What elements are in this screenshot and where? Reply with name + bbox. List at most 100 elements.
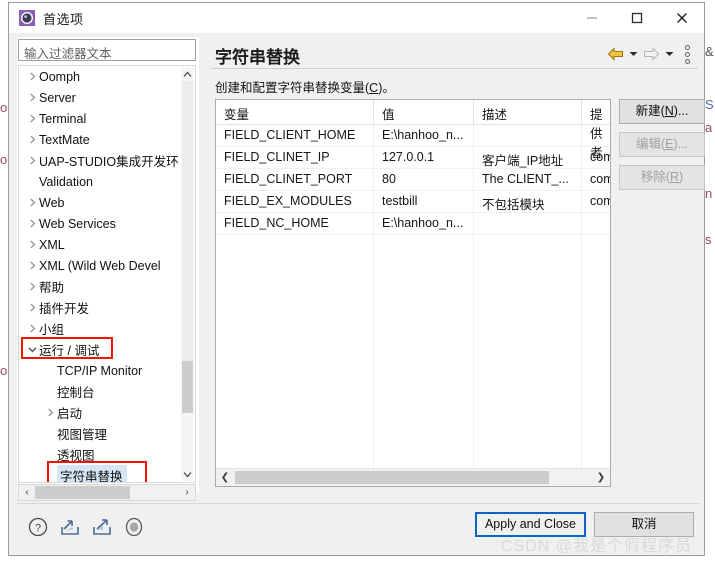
table-hscroll-thumb[interactable] bbox=[235, 471, 549, 484]
table-row[interactable]: FIELD_EX_MODULEStestbill不包括模块 com.y bbox=[216, 191, 610, 213]
sidebar-item-6[interactable]: Web bbox=[19, 192, 181, 213]
sidebar-item-10[interactable]: 帮助 bbox=[19, 276, 181, 297]
maximize-button[interactable] bbox=[614, 3, 659, 33]
sidebar-item-12[interactable]: 小组 bbox=[19, 318, 181, 339]
table-column-header[interactable]: 提供者 bbox=[582, 100, 610, 160]
sidebar-item-label: 透视图 bbox=[57, 449, 95, 463]
sidebar-item-13[interactable]: 运行 / 调试 bbox=[19, 339, 181, 360]
footer-icon-bar: ? bbox=[27, 516, 145, 538]
back-arrow-icon[interactable] bbox=[604, 44, 626, 64]
chevron-right-icon[interactable] bbox=[25, 93, 39, 102]
table-scroll-left-arrow[interactable]: ❮ bbox=[216, 472, 234, 483]
sidebar-item-8[interactable]: XML bbox=[19, 234, 181, 255]
button-label-prefix: 编辑( bbox=[635, 137, 666, 151]
sidebar-item-0[interactable]: Oomph bbox=[19, 66, 181, 87]
tree-scroll-down-arrow[interactable] bbox=[181, 467, 194, 481]
background-text-fragment: n bbox=[705, 186, 713, 201]
table-column-header[interactable]: 变量 bbox=[216, 100, 374, 124]
sidebar-item-label: XML bbox=[39, 237, 65, 252]
restore-defaults-icon[interactable] bbox=[123, 516, 145, 538]
tree-vertical-scrollbar[interactable] bbox=[181, 67, 194, 481]
table-cell-provider: com.y bbox=[590, 150, 610, 164]
sidebar-item-label: Terminal bbox=[39, 111, 87, 126]
table-row[interactable]: FIELD_CLINET_IP127.0.0.1客户端_IP地址 com.y bbox=[216, 147, 610, 169]
chevron-right-icon[interactable] bbox=[25, 198, 39, 207]
help-icon[interactable]: ? bbox=[27, 516, 49, 538]
table-empty-column bbox=[216, 229, 374, 468]
tree-horizontal-scrollbar[interactable]: ‹ › bbox=[18, 484, 196, 501]
sidebar-item-11[interactable]: 插件开发 bbox=[19, 297, 181, 318]
chevron-right-icon[interactable] bbox=[25, 156, 39, 165]
tree-scroll-left-arrow[interactable]: ‹ bbox=[19, 487, 35, 498]
title-bar: 首选项 bbox=[9, 3, 704, 33]
tree-hscroll-thumb[interactable] bbox=[35, 486, 130, 499]
chevron-right-icon[interactable] bbox=[25, 261, 39, 270]
sidebar-item-7[interactable]: Web Services bbox=[19, 213, 181, 234]
table-cell-variable: FIELD_CLINET_PORT bbox=[216, 169, 374, 190]
table-row[interactable]: FIELD_CLIENT_HOME E:\hanhoo_n... bbox=[216, 125, 610, 147]
chevron-right-icon[interactable] bbox=[25, 114, 39, 123]
sidebar-item-label: 帮助 bbox=[39, 281, 65, 295]
table-empty-rows bbox=[216, 229, 610, 468]
chevron-down-icon[interactable] bbox=[25, 346, 39, 353]
variables-table[interactable]: 变量值描述 提供者 FIELD_CLIENT_HOME E:\hanhoo_n...… bbox=[215, 99, 611, 487]
page-title: 字符串替换 bbox=[215, 48, 300, 67]
button-label-prefix: 新建( bbox=[635, 104, 665, 118]
import-icon[interactable] bbox=[59, 516, 81, 538]
sidebar-item-9[interactable]: XML (Wild Web Devel bbox=[19, 255, 181, 276]
forward-history-caret-down-icon[interactable] bbox=[662, 44, 676, 64]
button-label-suffix: )... bbox=[673, 104, 689, 118]
sidebar-item-3[interactable]: TextMate bbox=[19, 129, 181, 150]
back-history-caret-down-icon[interactable] bbox=[626, 44, 640, 64]
chevron-right-icon[interactable] bbox=[25, 303, 39, 312]
sidebar-item-1[interactable]: Server bbox=[19, 87, 181, 108]
sidebar-item-label: Web bbox=[39, 195, 65, 210]
table-horizontal-scrollbar[interactable]: ❮ ❯ bbox=[216, 468, 610, 486]
table-column-header[interactable]: 值 bbox=[374, 100, 474, 124]
filter-input[interactable]: 输入过滤器文本 bbox=[18, 39, 196, 61]
table-scroll-right-arrow[interactable]: ❯ bbox=[592, 472, 610, 483]
export-icon[interactable] bbox=[91, 516, 113, 538]
sidebar-item-label: 小组 bbox=[39, 323, 65, 337]
chevron-right-icon[interactable] bbox=[25, 135, 39, 144]
sidebar-item-label: 运行 / 调试 bbox=[39, 344, 100, 358]
chevron-right-icon[interactable] bbox=[43, 408, 57, 417]
chevron-right-icon[interactable] bbox=[25, 282, 39, 291]
tree-scroll-up-arrow[interactable] bbox=[181, 67, 194, 81]
minimize-button[interactable] bbox=[569, 3, 614, 33]
chevron-right-icon[interactable] bbox=[25, 219, 39, 228]
sidebar-item-2[interactable]: Terminal bbox=[19, 108, 181, 129]
sidebar-item-18[interactable]: 透视图 bbox=[19, 444, 181, 465]
tree-scroll-right-arrow[interactable]: › bbox=[179, 487, 195, 498]
table-empty-column bbox=[582, 229, 610, 468]
sidebar-item-label: 启动 bbox=[57, 407, 83, 421]
table-row[interactable]: FIELD_CLINET_PORT80The CLIENT_... com.y bbox=[216, 169, 610, 191]
table-cell-variable: FIELD_CLINET_IP bbox=[216, 147, 374, 168]
preferences-tree[interactable]: Oomph Server Terminal TextMate UAP-STUDIO集成开… bbox=[18, 65, 196, 483]
table-empty-column bbox=[374, 229, 474, 468]
sidebar-item-19[interactable]: 字符串替换 bbox=[19, 465, 181, 482]
table-column-header[interactable]: 描述 bbox=[474, 100, 582, 124]
preferences-icon bbox=[19, 10, 35, 26]
chevron-right-icon[interactable] bbox=[25, 72, 39, 81]
sidebar-item-5[interactable]: Validation bbox=[19, 171, 181, 192]
table-cell-provider: com.y bbox=[590, 194, 610, 208]
sidebar-item-16[interactable]: 启动 bbox=[19, 402, 181, 423]
chevron-right-icon[interactable] bbox=[25, 324, 39, 333]
sidebar-item-4[interactable]: UAP-STUDIO集成开发环 bbox=[19, 150, 181, 171]
sidebar-item-15[interactable]: 控制台 bbox=[19, 381, 181, 402]
table-cell-description: 不包括模块 bbox=[474, 191, 582, 212]
close-button[interactable] bbox=[659, 3, 704, 33]
new-button[interactable]: 新建(N)... bbox=[619, 99, 705, 124]
chevron-right-icon[interactable] bbox=[25, 240, 39, 249]
vertical-dots-icon[interactable] bbox=[680, 44, 694, 64]
page-navigation bbox=[604, 43, 694, 65]
sidebar-item-17[interactable]: 视图管理 bbox=[19, 423, 181, 444]
tree-scroll-thumb[interactable] bbox=[182, 361, 193, 413]
sidebar-item-label: TextMate bbox=[39, 132, 90, 147]
sidebar-item-label: 控制台 bbox=[57, 386, 95, 400]
sidebar-item-label: 插件开发 bbox=[39, 302, 90, 316]
sidebar-item-14[interactable]: TCP/IP Monitor bbox=[19, 360, 181, 381]
background-text-fragment: s bbox=[705, 232, 712, 247]
sidebar-item-label: 视图管理 bbox=[57, 428, 108, 442]
